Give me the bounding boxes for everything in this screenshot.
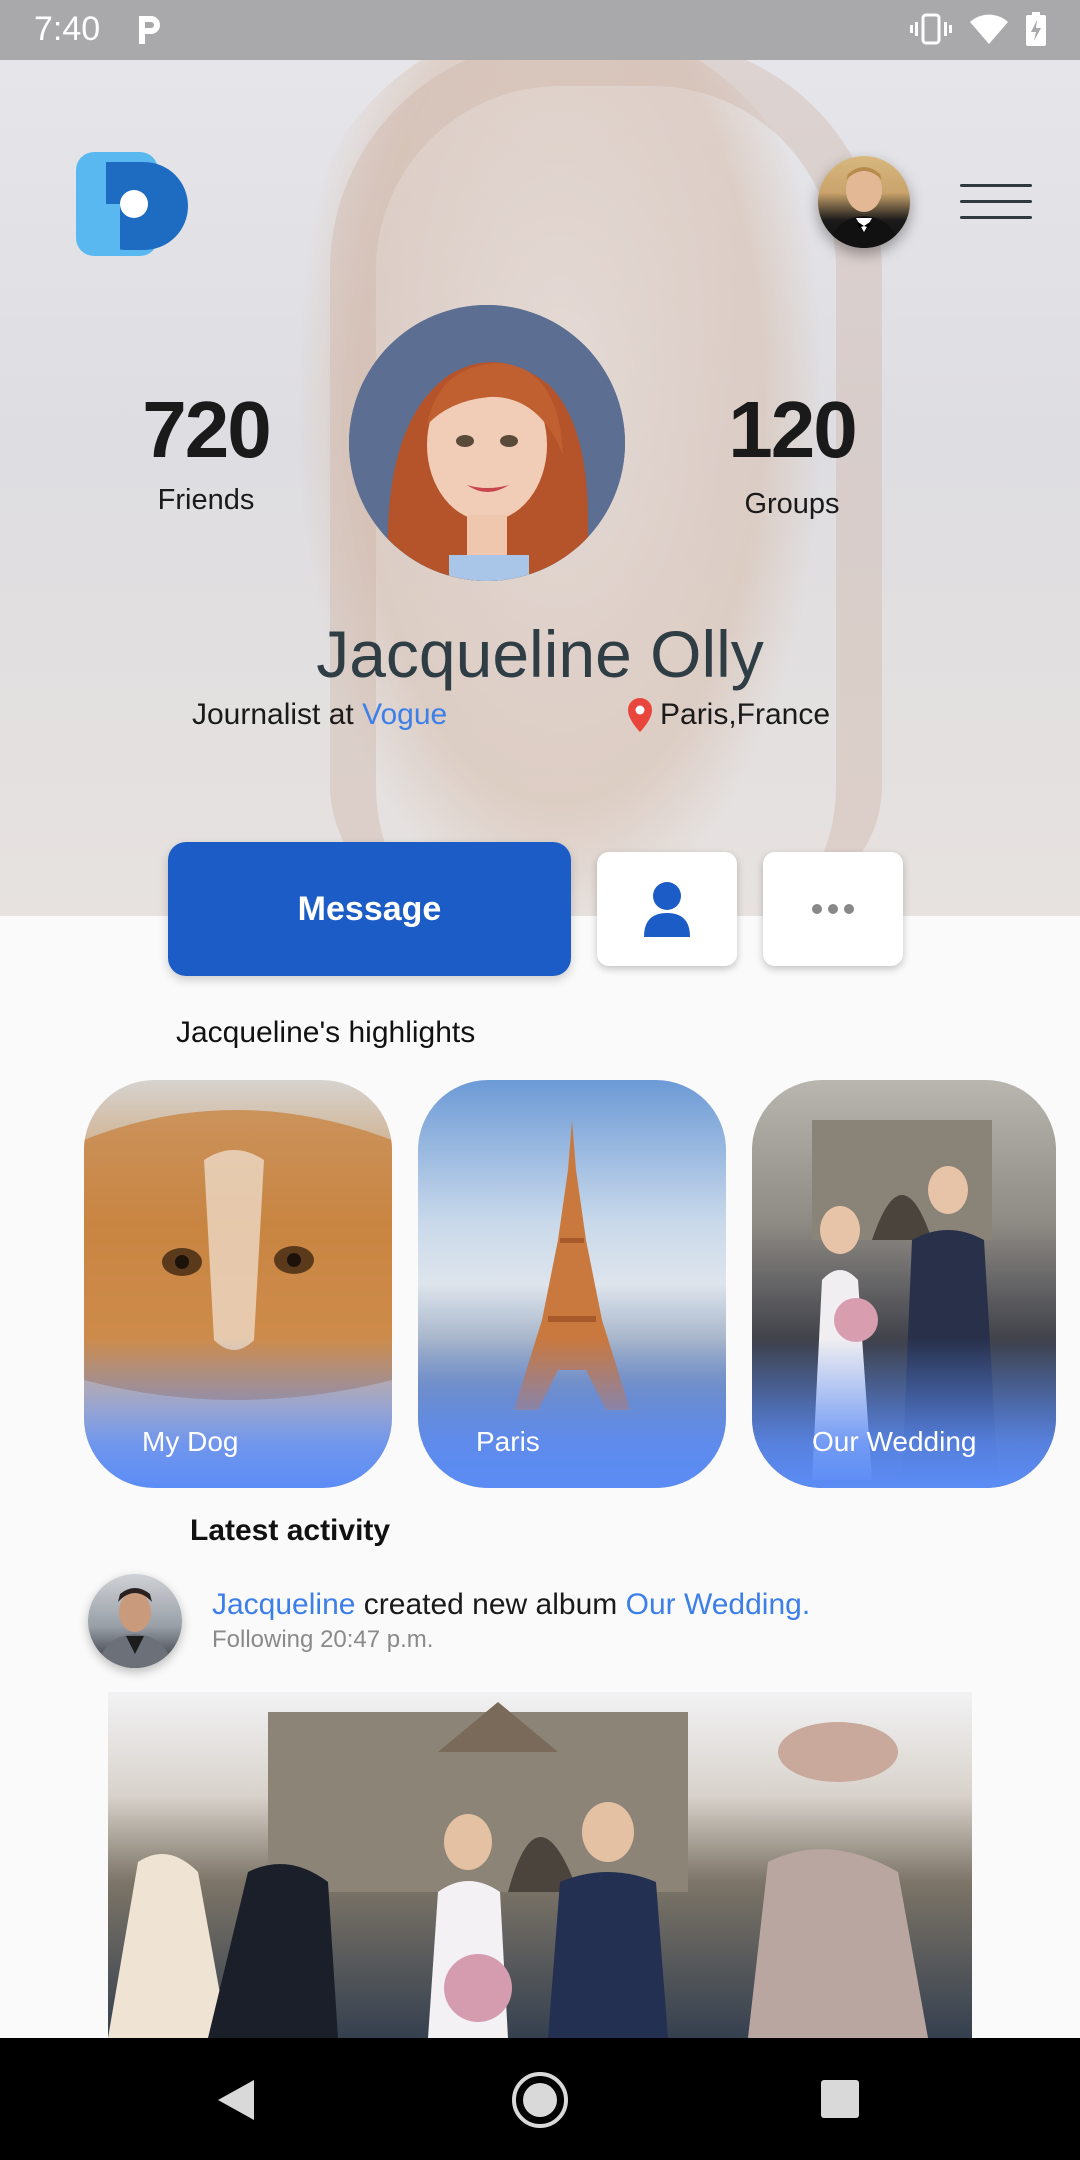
highlights-title: Jacqueline's highlights — [176, 1016, 476, 1049]
back-icon[interactable] — [216, 2078, 256, 2122]
friends-stat[interactable]: 720 Friends — [124, 390, 288, 517]
battery-icon — [1026, 12, 1046, 46]
hamburger-menu-icon[interactable] — [960, 182, 1036, 224]
profile-job: Journalist at Vogue — [192, 698, 447, 732]
status-time: 7:40 — [34, 10, 101, 48]
highlight-label: Paris — [476, 1426, 540, 1457]
profile-portrait-icon — [349, 305, 625, 581]
vibrate-icon — [910, 13, 952, 45]
parking-app-icon — [139, 16, 160, 44]
profile-photo[interactable] — [349, 305, 625, 581]
user-portrait-icon — [98, 1588, 172, 1668]
system-navigation-bar — [0, 2038, 1080, 2160]
system-icons — [910, 12, 1046, 46]
wifi-icon — [970, 14, 1008, 44]
activity-meta: Following 20:47 p.m. — [212, 1626, 433, 1654]
person-icon — [644, 882, 690, 937]
activity-avatar[interactable] — [88, 1574, 182, 1668]
highlight-label: My Dog — [142, 1426, 239, 1457]
message-button-label: Message — [297, 889, 442, 928]
highlight-card-dog[interactable]: My Dog — [84, 1080, 392, 1488]
activity-status: Following — [212, 1626, 314, 1653]
profile-location: Paris,France — [628, 698, 830, 732]
highlight-card-paris[interactable]: Paris — [418, 1080, 726, 1488]
activity-album-link[interactable]: Our Wedding. — [626, 1588, 811, 1621]
more-options-button[interactable] — [763, 852, 903, 966]
home-icon[interactable] — [510, 2070, 570, 2130]
employer-link[interactable]: Vogue — [362, 698, 447, 731]
status-bar: 7:40 — [0, 0, 1080, 60]
app-logo[interactable] — [76, 152, 194, 256]
card-overlay — [752, 1338, 1056, 1488]
add-friend-button[interactable] — [597, 852, 737, 966]
groups-count: 120 — [728, 385, 857, 474]
friends-label: Friends — [157, 484, 255, 516]
user-portrait-icon — [828, 167, 900, 248]
activity-actor-link[interactable]: Jacqueline — [212, 1588, 355, 1621]
profile-name: Jacqueline Olly — [316, 617, 764, 691]
groups-label: Groups — [744, 488, 840, 520]
activity-time: 20:47 p.m. — [320, 1626, 434, 1653]
groups-stat[interactable]: 120 Groups — [708, 390, 876, 521]
activity-action: created new album — [363, 1588, 618, 1621]
wedding-album-photo — [108, 1702, 928, 2038]
more-dots-icon — [812, 904, 854, 914]
location-text: Paris,France — [660, 698, 831, 731]
location-pin-icon — [628, 698, 652, 732]
card-overlay — [418, 1338, 726, 1488]
highlight-label: Our Wedding — [812, 1426, 977, 1457]
activity-text: Jacqueline created new album Our Wedding… — [212, 1588, 810, 1622]
highlight-card-wedding[interactable]: Our Wedding — [752, 1080, 1056, 1488]
job-prefix: Journalist at — [192, 698, 354, 731]
message-button[interactable]: Message — [168, 842, 571, 976]
friends-count: 720 — [142, 385, 271, 474]
activity-photo[interactable] — [108, 1692, 972, 2038]
activity-title: Latest activity — [190, 1514, 391, 1547]
recents-icon[interactable] — [821, 2080, 859, 2118]
card-overlay — [84, 1338, 392, 1488]
current-user-avatar[interactable] — [818, 156, 910, 248]
